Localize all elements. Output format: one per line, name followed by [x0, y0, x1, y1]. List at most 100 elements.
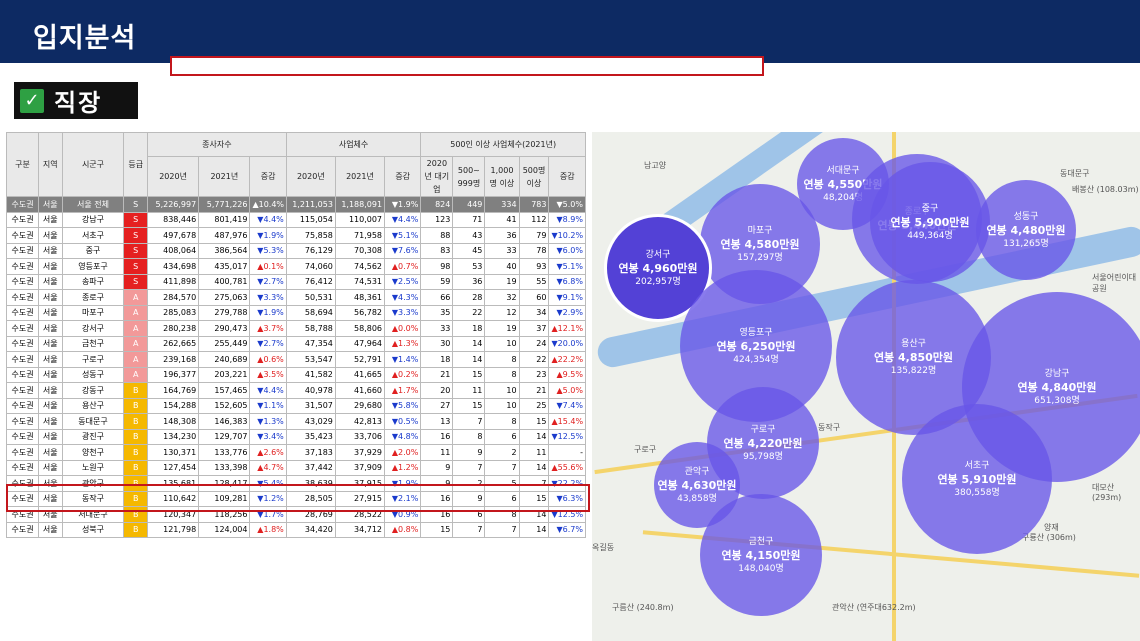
map-label: 동작구	[818, 423, 841, 432]
table-cell: ▲0.6%	[249, 351, 287, 368]
table-cell: 금천구	[61, 335, 125, 352]
table-cell: 58,788	[285, 320, 336, 337]
col-subheader: 500~ 999명	[452, 156, 486, 197]
table-cell: 838,446	[146, 211, 200, 228]
table-cell: 수도권	[5, 351, 40, 368]
table-cell: 79	[518, 227, 550, 244]
table-cell: 36	[452, 273, 486, 290]
table-cell: ▼5.8%	[384, 397, 422, 414]
table-row: 수도권 서울 종로구 A 284,570 275,063 ▼3.3% 50,531 48,361…	[5, 289, 586, 306]
table-cell: 22	[452, 304, 486, 321]
map-bubble-4[interactable]: 중구 연봉 5,900만원 449,364명	[870, 162, 990, 282]
bubble-salary: 연봉 6,250만원	[716, 339, 796, 353]
table-cell: B	[123, 506, 148, 523]
table-cell: ▲15.4%	[548, 413, 586, 430]
map-bubble-5[interactable]: 성동구 연봉 4,480만원 131,265명	[976, 180, 1076, 280]
table-cell: 40	[484, 258, 520, 275]
table-cell: 50,531	[285, 289, 336, 306]
table-cell: ▼20.0%	[548, 335, 586, 352]
table-cell: 37,183	[285, 444, 336, 461]
table-cell: 115,054	[285, 211, 336, 228]
table-cell: A	[123, 351, 148, 368]
map-bubble-12[interactable]: 서초구 연봉 5,910만원 380,558명	[902, 404, 1052, 554]
table-cell: 27	[420, 397, 454, 414]
table-cell: 239,168	[146, 351, 200, 368]
col-header: 종사자수	[146, 132, 287, 157]
table-row: 수도권 서울 동대문구 B 148,308 146,383 ▼1.3% 43,029 42,81…	[5, 413, 586, 430]
table-cell: 수도권	[5, 459, 40, 476]
table-cell: ▼1.7%	[249, 506, 287, 523]
table-cell: 수도권	[5, 413, 40, 430]
table-cell: 19	[484, 320, 520, 337]
table-cell: 구로구	[61, 351, 125, 368]
table-cell: 37	[518, 320, 550, 337]
table-cell: B	[123, 490, 148, 507]
bubble-salary: 연봉 4,150만원	[721, 548, 801, 562]
table-cell: ▼10.2%	[548, 227, 586, 244]
table-cell: 31,507	[285, 397, 336, 414]
table-cell: -	[548, 444, 586, 461]
table-cell: 33	[420, 320, 454, 337]
table-cell: 783	[518, 196, 550, 213]
table-cell: 수도권	[5, 320, 40, 337]
bubble-salary: 연봉 4,960만원	[618, 261, 698, 275]
table-cell: 9	[420, 475, 454, 492]
bubble-salary: 연봉 4,840만원	[1017, 380, 1097, 394]
table-cell: 30	[420, 335, 454, 352]
table-cell: 7	[518, 475, 550, 492]
table-cell: 1,188,091	[334, 196, 386, 213]
table-cell: 27,915	[334, 490, 386, 507]
table-cell: 24	[518, 335, 550, 352]
table-cell: 18	[452, 320, 486, 337]
table-cell: 15	[518, 490, 550, 507]
bubble-count: 95,798명	[743, 451, 783, 462]
table-cell: 수도권	[5, 242, 40, 259]
table-cell: 33,706	[334, 428, 386, 445]
bubble-district: 성동구	[1013, 211, 1039, 222]
bubble-count: 380,558명	[954, 487, 1000, 498]
table-cell: 14	[452, 335, 486, 352]
table-cell: 279,788	[198, 304, 251, 321]
table-cell: 12	[484, 304, 520, 321]
table-row: 수도권 서울 구로구 A 239,168 240,689 ▲0.6% 53,547 52,791…	[5, 351, 586, 368]
table-cell: 서울	[38, 397, 63, 414]
table-cell: 41,582	[285, 366, 336, 383]
map-bubble-13[interactable]: 금천구 연봉 4,150만원 148,040명	[700, 494, 822, 616]
map-label: 대모산 (293m)	[1092, 483, 1122, 502]
table-cell: 8	[484, 351, 520, 368]
table-cell: 43	[452, 227, 486, 244]
table-cell: 성북구	[61, 521, 125, 538]
table-cell: 74,531	[334, 273, 386, 290]
table-cell: 수도권	[5, 273, 40, 290]
table-row: 수도권 서울 용산구 B 154,288 152,605 ▼1.1% 31,507 29,680…	[5, 397, 586, 414]
table-row: 수도권 서울 마포구 A 285,083 279,788 ▼1.9% 58,694 56,782…	[5, 304, 586, 321]
table-cell: 408,064	[146, 242, 200, 259]
bubble-district: 관악구	[684, 466, 710, 477]
table-cell: 14	[518, 459, 550, 476]
table-cell: ▼9.1%	[548, 289, 586, 306]
table-cell: 수도권	[5, 475, 40, 492]
table-cell: 74,562	[334, 258, 386, 275]
table-cell: 157,465	[198, 382, 251, 399]
table-cell: ▼5.0%	[548, 196, 586, 213]
table-cell: 28,769	[285, 506, 336, 523]
table-cell: ▼2.5%	[384, 273, 422, 290]
page-title: 입지분석	[33, 23, 137, 54]
table-cell: 255,449	[198, 335, 251, 352]
table-cell: 9	[452, 444, 486, 461]
table-cell: 154,288	[146, 397, 200, 414]
table-cell: 34,420	[285, 521, 336, 538]
table-cell: 서울	[38, 273, 63, 290]
table-cell: ▲22.2%	[548, 351, 586, 368]
table-cell: A	[123, 335, 148, 352]
table-cell: 수도권	[5, 304, 40, 321]
table-row: 수도권 서울 노원구 B 127,454 133,398 ▲4.7% 37,442 37,909…	[5, 459, 586, 476]
table-cell: 2	[484, 444, 520, 461]
bubble-salary: 연봉 4,220만원	[723, 436, 803, 450]
table-cell: 서울	[38, 506, 63, 523]
table-cell: 35	[420, 304, 454, 321]
table-cell: ▼5.1%	[548, 258, 586, 275]
table-cell: 9	[452, 490, 486, 507]
table-cell: 1,211,053	[285, 196, 336, 213]
table-cell: 134,230	[146, 428, 200, 445]
